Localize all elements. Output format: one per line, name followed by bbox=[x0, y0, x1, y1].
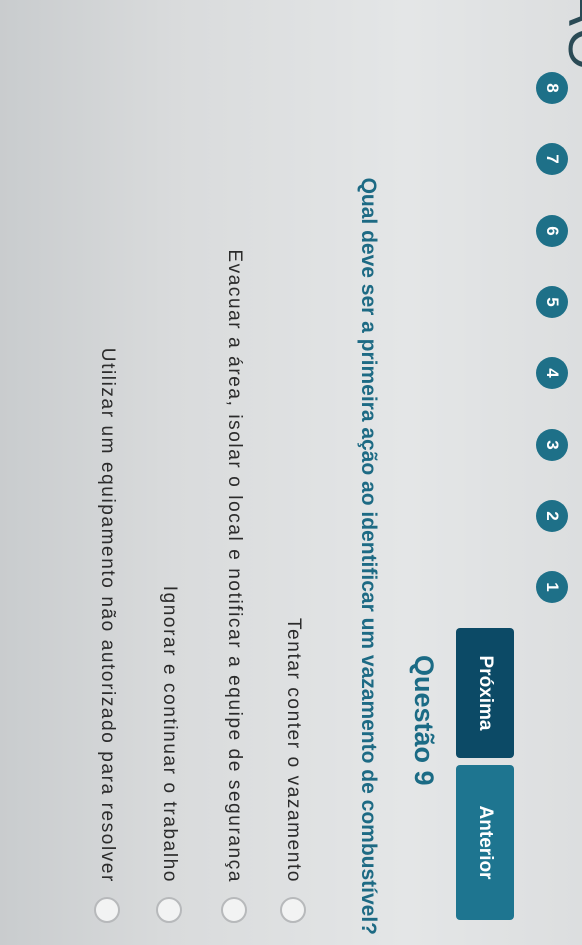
step-2[interactable]: 2 bbox=[536, 500, 568, 532]
answer-option-label: Tentar conter o vazamento bbox=[283, 618, 304, 883]
answer-option[interactable]: Ignorar e continuar o trabalho bbox=[152, 586, 186, 923]
previous-button[interactable]: Anterior bbox=[456, 765, 514, 920]
radio-button[interactable] bbox=[156, 897, 182, 923]
radio-button[interactable] bbox=[94, 897, 120, 923]
answer-option-label: Evacuar a área, isolar o local e notific… bbox=[224, 249, 245, 883]
step-4[interactable]: 4 bbox=[536, 357, 568, 389]
answer-option-label: Ignorar e continuar o trabalho bbox=[159, 585, 180, 883]
answer-option[interactable]: Utilizar um equipamento não autorizado p… bbox=[90, 348, 124, 923]
question-progress-steps: 1 2 3 4 5 6 7 8 bbox=[522, 0, 582, 945]
radio-button[interactable] bbox=[280, 897, 306, 923]
step-6[interactable]: 6 bbox=[536, 215, 568, 247]
answer-option[interactable]: Tentar conter o vazamento bbox=[276, 618, 310, 923]
radio-button[interactable] bbox=[221, 897, 247, 923]
quiz-screen: ÃO 1 2 3 4 5 6 7 8 Anterior Próxima Ques… bbox=[0, 0, 582, 945]
step-8[interactable]: 8 bbox=[536, 72, 568, 104]
answer-option[interactable]: Evacuar a área, isolar o local e notific… bbox=[217, 249, 251, 923]
question-number: Questão 9 bbox=[409, 655, 439, 786]
answer-option-label: Utilizar um equipamento não autorizado p… bbox=[97, 347, 118, 883]
step-3[interactable]: 3 bbox=[536, 429, 568, 461]
step-1[interactable]: 1 bbox=[536, 571, 568, 603]
step-5[interactable]: 5 bbox=[536, 286, 568, 318]
step-7[interactable]: 7 bbox=[536, 143, 568, 175]
next-button[interactable]: Próxima bbox=[456, 628, 514, 758]
question-text: Qual deve ser a primeira ação ao identif… bbox=[357, 177, 380, 935]
